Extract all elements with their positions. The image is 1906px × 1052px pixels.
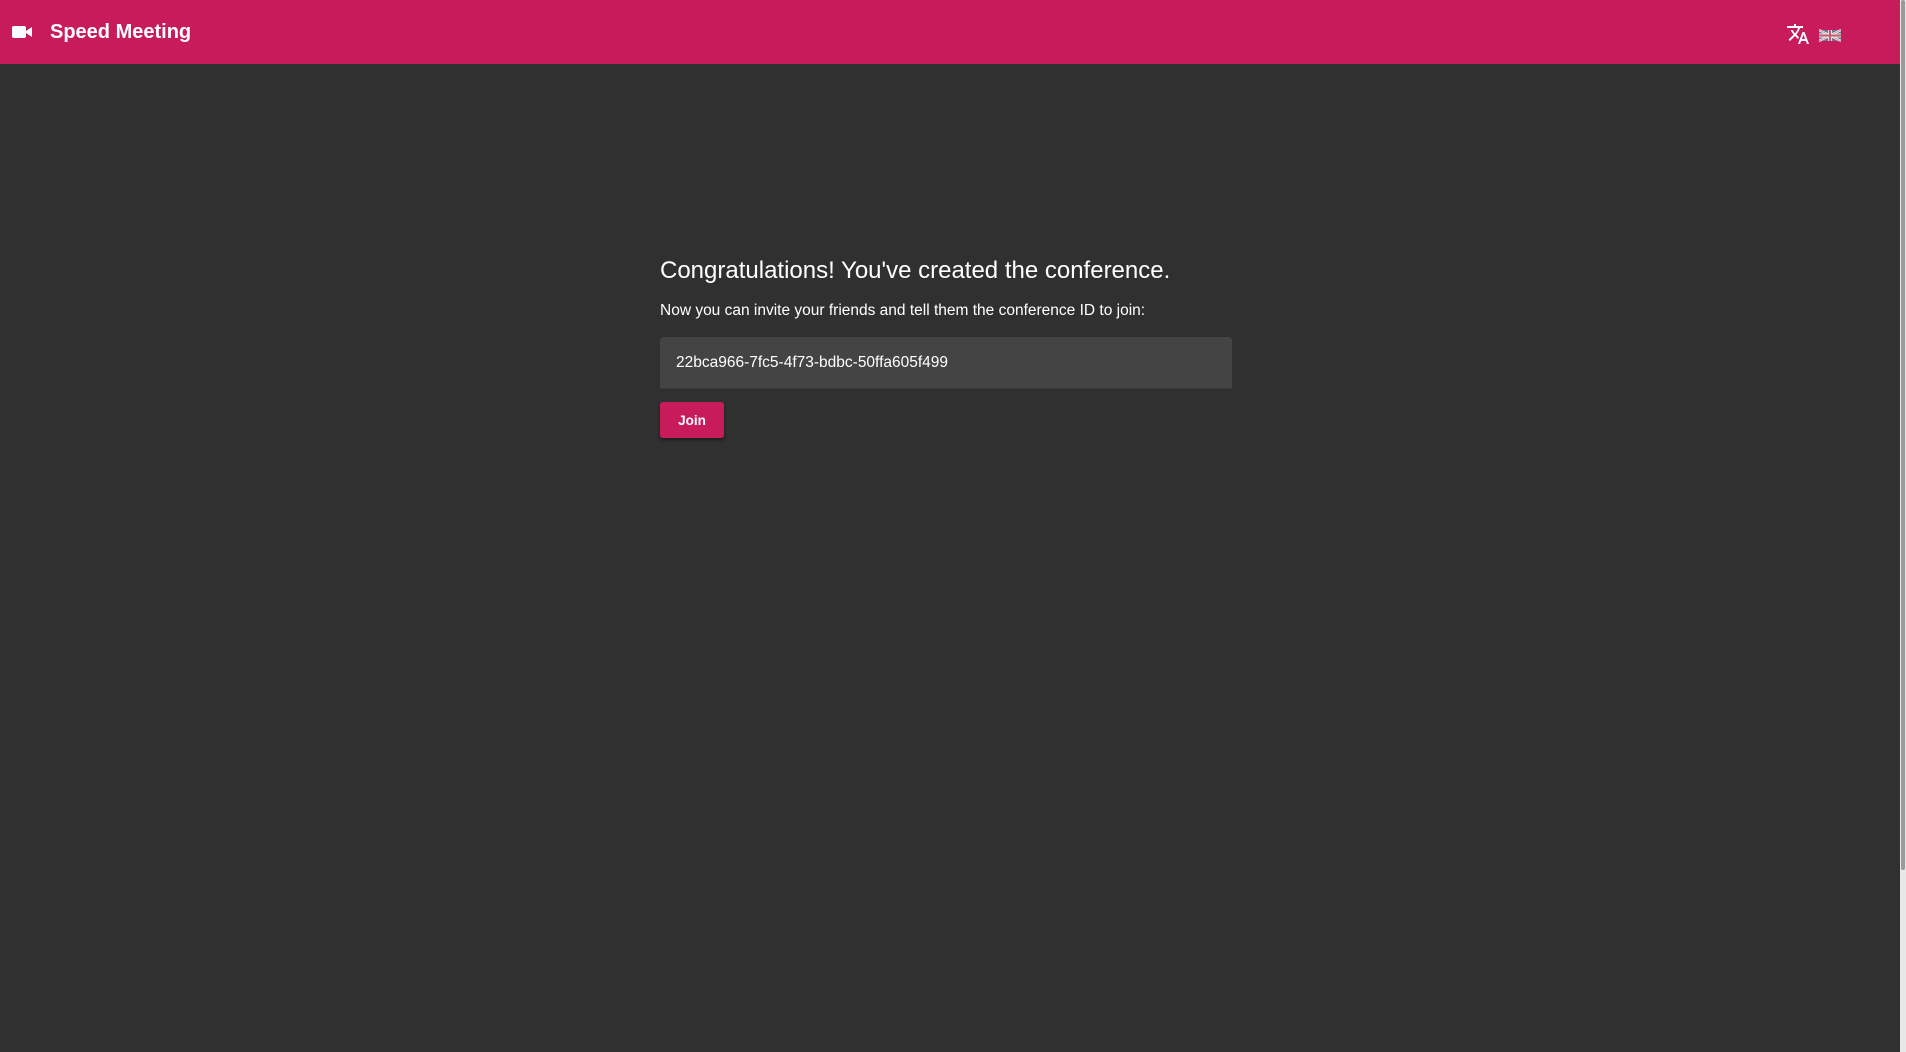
invite-instructions: Now you can invite your friends and tell… [660, 302, 1146, 319]
uk-flag-icon[interactable] [1818, 28, 1842, 43]
join-button[interactable]: Join [660, 402, 724, 438]
app-title: Speed Meeting [50, 21, 192, 43]
videocam-icon [12, 22, 34, 42]
conference-id-input[interactable] [676, 353, 1232, 372]
scrollbar-thumb[interactable] [1901, 0, 1905, 870]
app-toolbar: Speed Meeting [0, 0, 1900, 64]
page-heading: Congratulations! You've created the conf… [660, 257, 1171, 284]
conference-created-panel: Congratulations! You've created the conf… [660, 255, 1232, 438]
conference-id-field[interactable] [660, 337, 1232, 388]
translate-icon[interactable] [1786, 22, 1810, 46]
page-scrollbar[interactable] [1900, 0, 1906, 1052]
